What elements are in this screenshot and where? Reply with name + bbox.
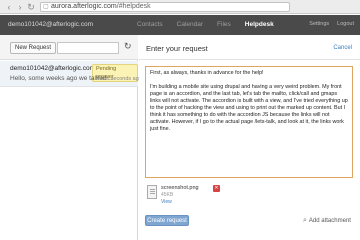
create-request-button[interactable]: Create request (145, 215, 189, 226)
message-paragraph: I'm building a mobile site using drupal … (150, 84, 348, 132)
back-icon[interactable]: ‹ (4, 2, 14, 12)
tab-files[interactable]: Files (210, 15, 238, 35)
settings-link[interactable]: Settings (309, 21, 329, 27)
message-paragraph: First, as always, thanks in advance for … (150, 70, 264, 76)
request-header: Enter your request Cancel (139, 35, 360, 60)
remove-attachment-icon[interactable]: ✕ (213, 185, 220, 192)
add-attachment-link[interactable]: ⌕ Add attachment (303, 217, 351, 225)
file-name: screenshot.png (161, 185, 199, 191)
refresh-icon[interactable]: ↻ (124, 41, 132, 52)
thread-item[interactable]: demo101042@afterlogic.com Pending answer… (0, 61, 142, 87)
forward-icon[interactable]: › (15, 2, 25, 12)
url-host: aurora.afterlogic.com (51, 3, 117, 10)
account-email[interactable]: demo101042@afterlogic.com (8, 21, 93, 28)
header-links: Settings Logout (309, 21, 354, 27)
main-tabs: Contacts Calendar Files Helpdesk (130, 15, 281, 35)
paperclip-icon: ⌕ (303, 217, 307, 224)
file-view-link[interactable]: View (161, 199, 172, 205)
tab-calendar[interactable]: Calendar (170, 15, 210, 35)
file-icon (147, 185, 157, 199)
logout-link[interactable]: Logout (337, 21, 354, 27)
threads-toolbar: New Request ↻ (0, 35, 138, 60)
page-icon: ▢ (43, 4, 49, 10)
reload-icon[interactable]: ↻ (26, 2, 36, 12)
request-textarea[interactable]: First, as always, thanks in advance for … (145, 66, 353, 178)
request-panel: Enter your request Cancel First, as alwa… (139, 35, 360, 240)
address-bar[interactable]: ▢ aurora.afterlogic.com/#helpdesk (40, 2, 290, 12)
thread-email: demo101042@afterlogic.com (10, 65, 96, 72)
cancel-link[interactable]: Cancel (333, 45, 352, 51)
page-title: Enter your request (146, 44, 208, 53)
tab-helpdesk[interactable]: Helpdesk (238, 15, 281, 35)
thread-time: a few seconds ago (96, 76, 142, 82)
search-input[interactable] (57, 42, 119, 54)
add-attachment-label: Add attachment (308, 218, 351, 224)
attachment-item: screenshot.png 45KB View ✕ (145, 185, 220, 209)
tab-contacts[interactable]: Contacts (130, 15, 170, 35)
url-path: /#helpdesk (116, 3, 151, 10)
threads-panel: New Request ↻ demo101042@afterlogic.com … (0, 35, 142, 240)
browser-toolbar: ‹ › ↻ ▢ aurora.afterlogic.com/#helpdesk (0, 0, 360, 14)
app-header: demo101042@afterlogic.com Contacts Calen… (0, 15, 360, 35)
new-request-button[interactable]: New Request (10, 42, 57, 54)
file-size: 45KB (161, 192, 174, 198)
